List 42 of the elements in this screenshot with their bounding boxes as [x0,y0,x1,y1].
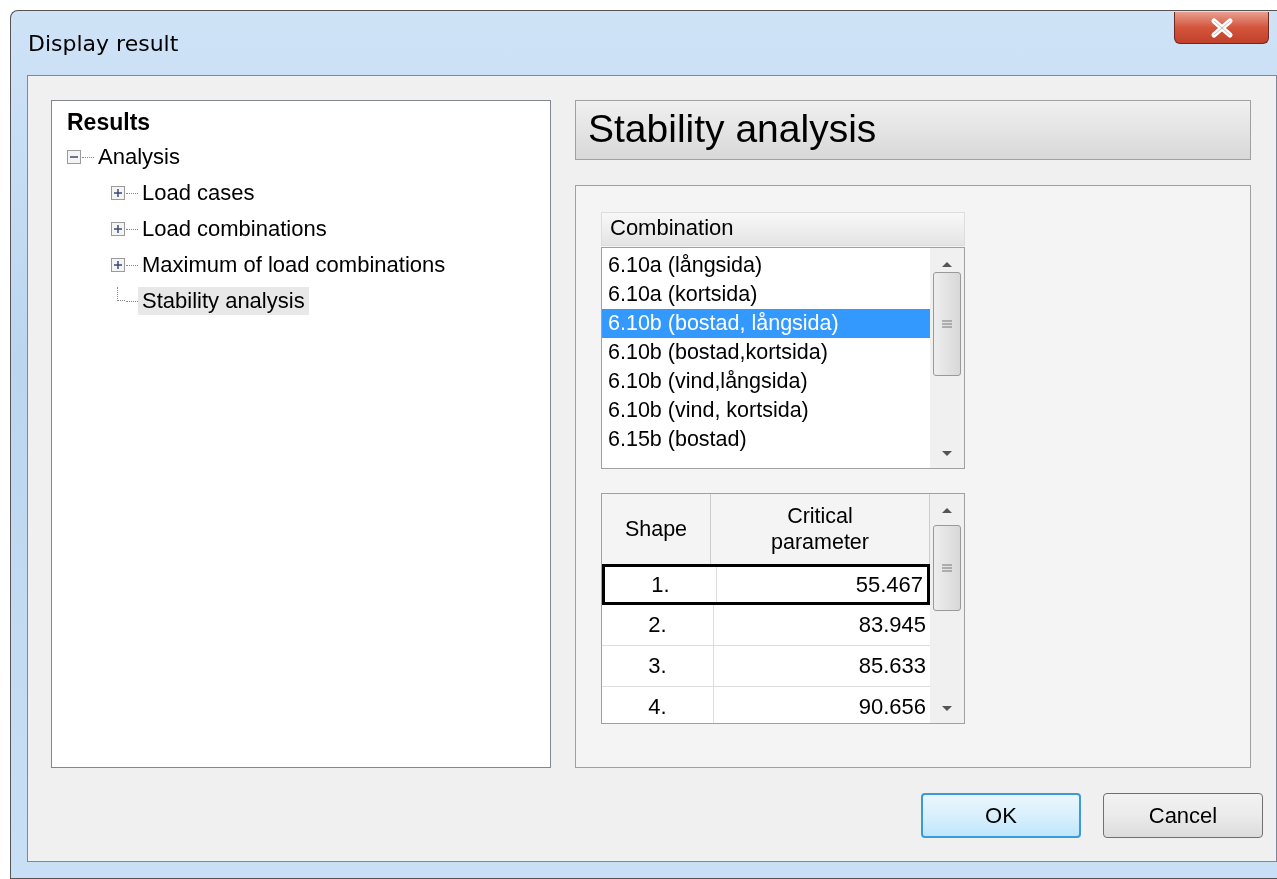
scroll-thumb[interactable] [933,524,961,611]
panel-title: Stability analysis [575,100,1251,160]
table-cell-text: 83.945 [857,611,927,639]
expander-icon[interactable] [111,186,125,200]
table-row[interactable]: 2. 83.945 [602,605,930,646]
cancel-button[interactable]: Cancel [1103,793,1263,838]
table-cell: 4. [602,687,714,723]
tree-item[interactable]: Analysis [94,143,184,171]
expander-icon[interactable] [111,222,125,236]
list-item[interactable]: 6.15b (bostad) [602,425,930,454]
scroll-up-icon[interactable] [940,260,954,268]
expander-icon[interactable] [67,150,81,164]
scroll-down-icon[interactable] [940,450,954,458]
scroll-up-icon[interactable] [940,506,954,514]
scrollbar[interactable] [930,248,964,468]
expander-icon[interactable] [111,258,125,272]
table-cell-text: 90.656 [857,693,927,721]
list-header: Combination [601,212,965,246]
scroll-thumb[interactable] [933,272,961,376]
column-header[interactable]: Shape [602,494,711,564]
tree-item[interactable]: Load cases [138,179,259,207]
list-item[interactable]: 6.10b (bostad,kortsida) [602,338,930,367]
window-title: Display result [28,30,179,56]
tree-item[interactable]: Stability analysis [138,287,309,315]
list-item[interactable]: 6.10a (kortsida) [602,280,930,309]
close-button[interactable] [1174,12,1269,44]
ok-button[interactable]: OK [921,793,1081,838]
table-row[interactable]: 3. 85.633 [602,646,930,687]
table-cell-text: 85.633 [857,652,927,680]
table-cell-text: 55.467 [854,570,924,599]
list-item[interactable]: 6.10a (långsida) [602,251,930,280]
table-cell: 3. [602,646,714,686]
tree-root[interactable]: Results [67,109,535,139]
table-cell: 1. [605,567,717,602]
scroll-down-icon[interactable] [940,705,954,713]
tree-item[interactable]: Maximum of load combinations [138,251,450,279]
table-row[interactable]: 1. 55.467 [602,564,930,605]
list-item[interactable]: 6.10b (vind, kortsida) [602,396,930,425]
list-item[interactable]: 6.10b (vind,långsida) [602,367,930,396]
tree-item[interactable]: Load combinations [138,215,331,243]
table-cell: 2. [602,605,714,645]
scrollbar[interactable] [930,494,964,723]
